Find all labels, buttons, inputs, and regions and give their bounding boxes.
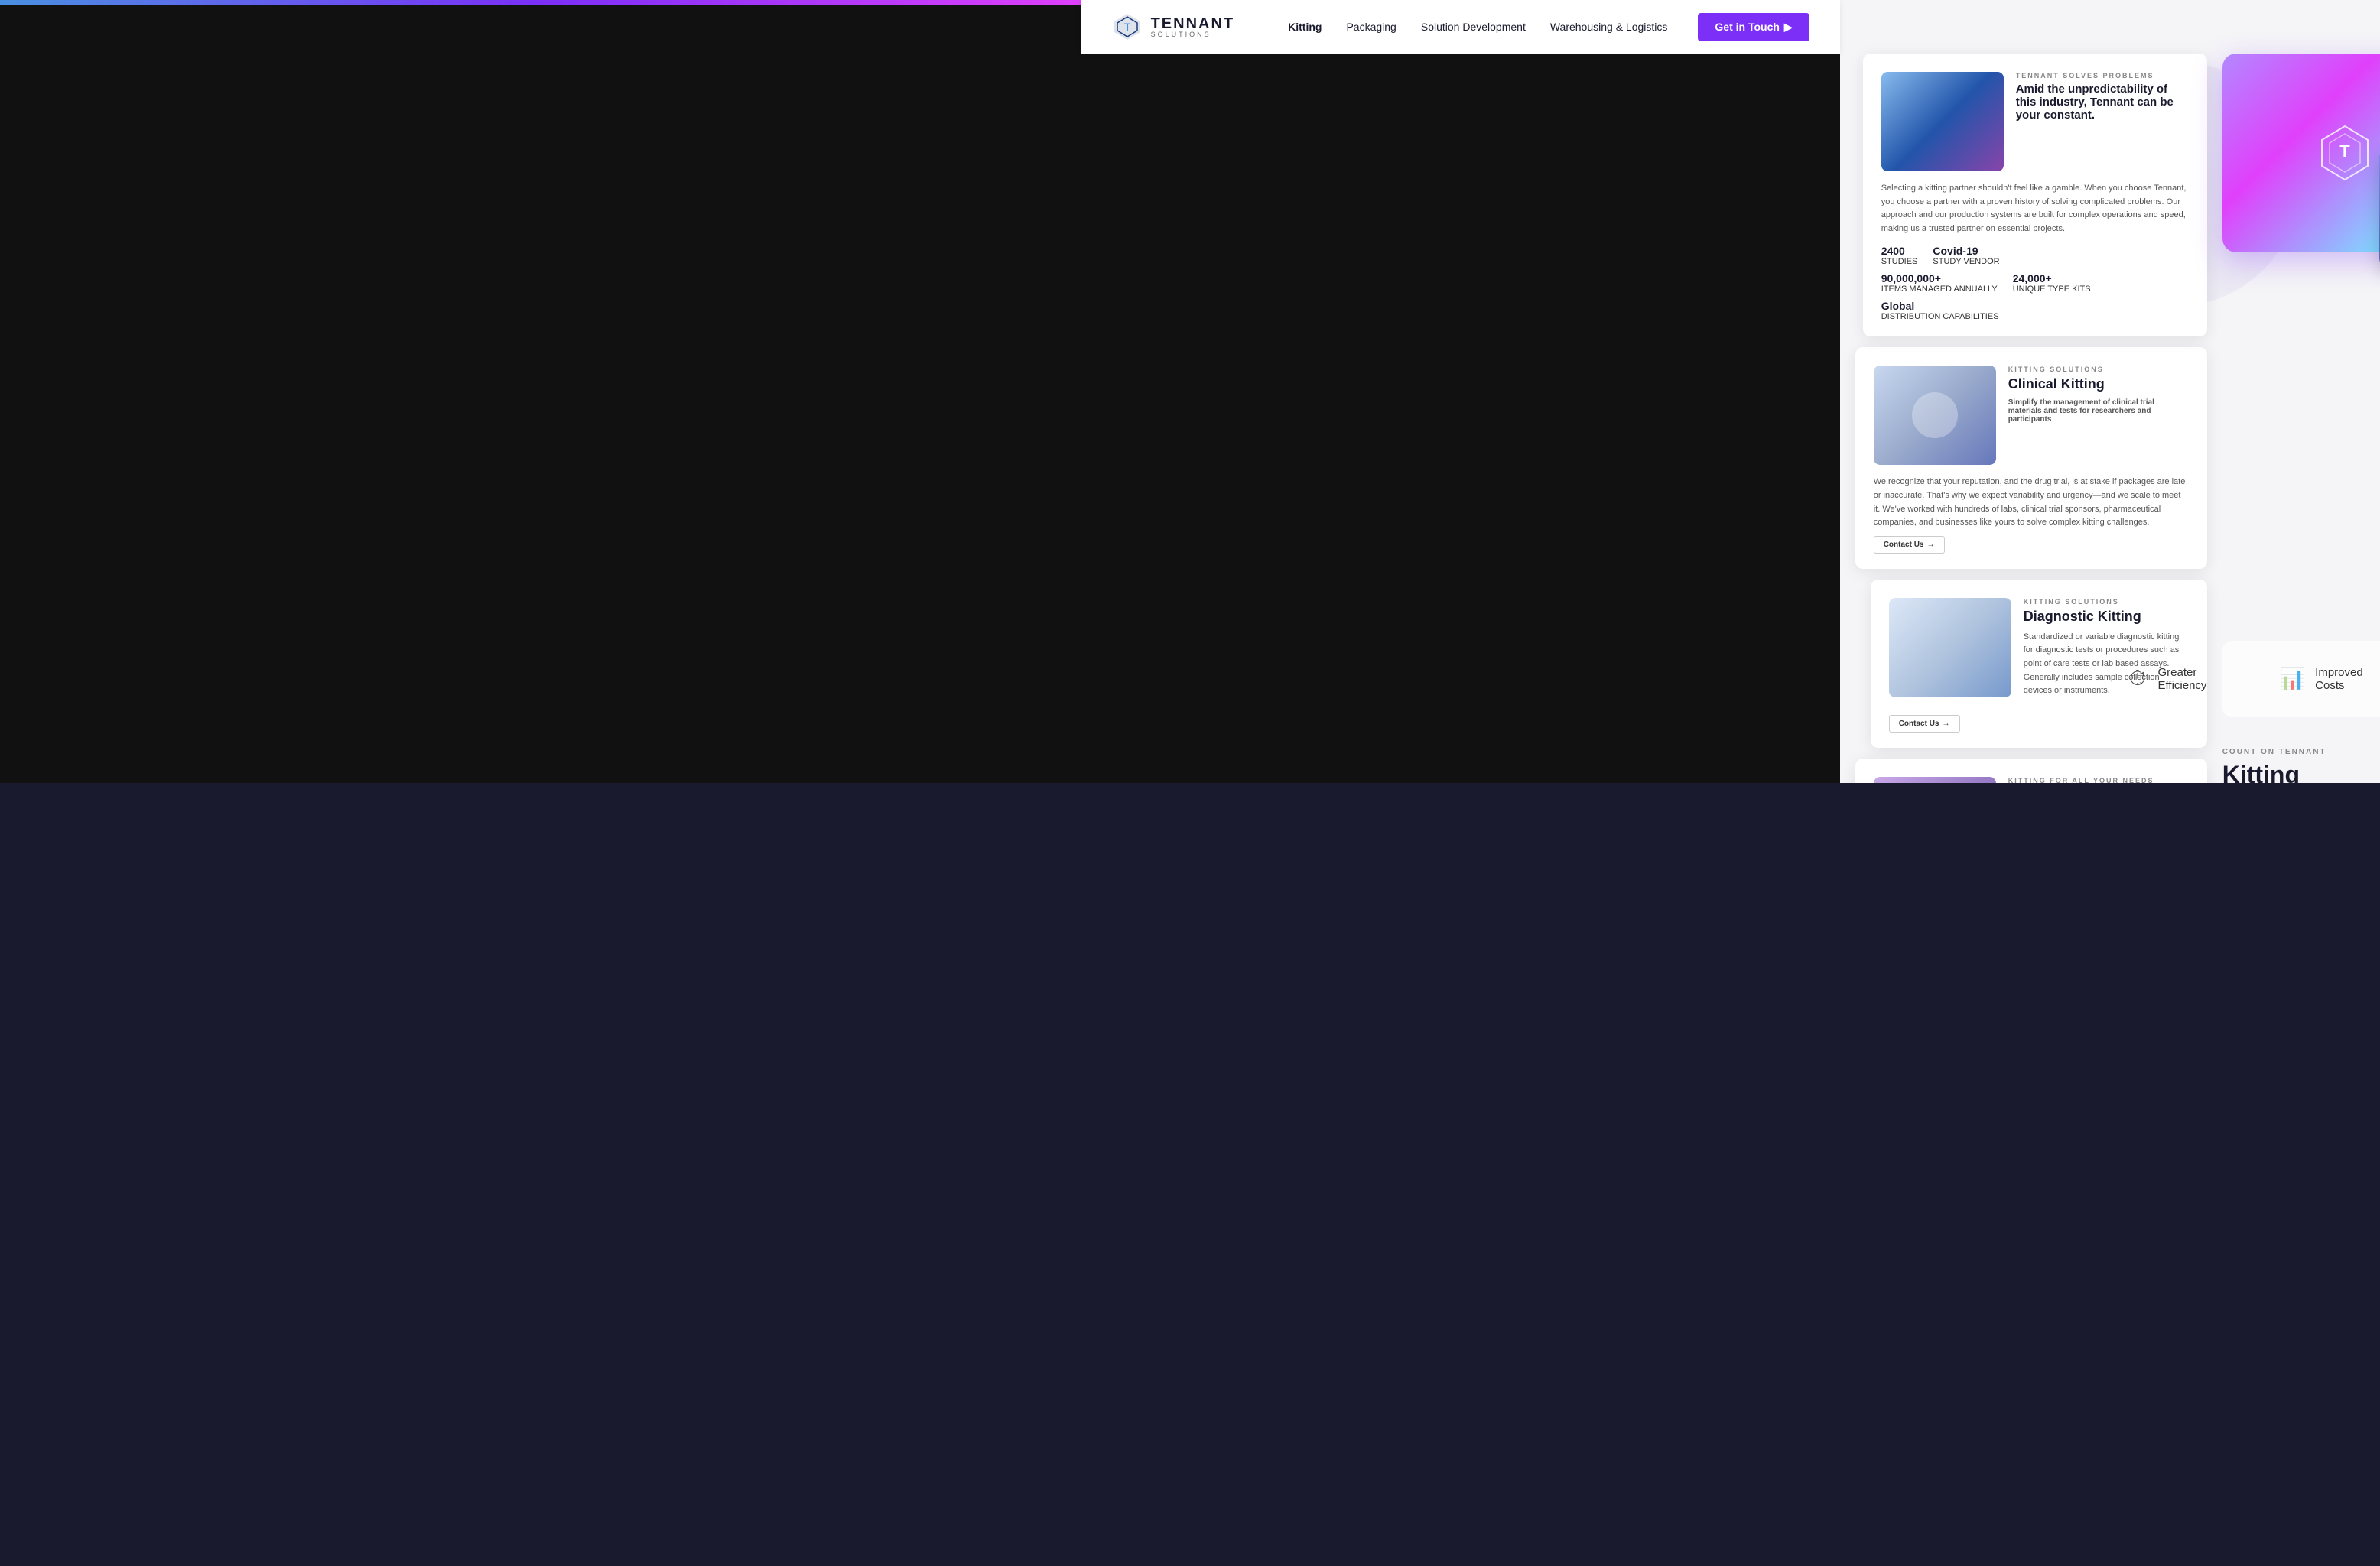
card-thumb-diagnostic (1889, 598, 2011, 697)
card-clinical-title: Clinical Kitting (2008, 376, 2189, 392)
svg-text:T: T (2339, 141, 2350, 161)
hero-right: T Avoid high costs of mistakes and delay… (2192, 31, 2380, 783)
card-clinical-body: We recognize that your reputation, and t… (1874, 476, 2189, 529)
count-title: Kitting Solutions (2222, 761, 2334, 783)
hero-section: T Avoid high costs of mistakes and delay… (2192, 31, 2380, 625)
nav-warehousing[interactable]: Warehousing & Logistics (1550, 21, 1668, 33)
hero-main-card: T (2222, 54, 2380, 252)
benefit-efficiency-label: Greater Efficiency (2158, 666, 2219, 692)
efficiency-icon: ⏱ (2126, 662, 2148, 696)
navbar: T TENNANT SOLUTIONS Kitting Packaging So… (1081, 0, 1840, 54)
card-diag-eyebrow: KITTING SOLUTIONS (2024, 598, 2189, 606)
nav-solution-dev[interactable]: Solution Development (1421, 21, 1526, 33)
hero-logo-cube: T (2310, 119, 2379, 187)
costs-icon: 📊 (2279, 662, 2306, 696)
svg-text:T: T (1123, 21, 1130, 33)
card-eyebrow: TENNANT SOLVES PROBLEMS (2016, 72, 2189, 80)
doctor-image-block: T (2372, 748, 2380, 783)
card-thumb-fabric (1881, 72, 2004, 171)
stat-items: 90,000,000+ITEMS MANAGED ANNUALLY (1881, 272, 1998, 294)
card-diag-title: Diagnostic Kitting (2024, 609, 2189, 625)
card-problems-title: Amid the unpredictability of this indust… (2016, 83, 2189, 122)
count-eyebrow: COUNT ON TENNANT (2222, 748, 2334, 756)
card-clinical-kitting: KITTING SOLUTIONS Clinical Kitting Simpl… (1855, 347, 2207, 568)
card-solves-problems: TENNANT SOLVES PROBLEMS Amid the unpredi… (1863, 54, 2207, 336)
logo-name: TENNANT (1151, 16, 1235, 31)
count-section: COUNT ON TENNANT Kitting Solutions We kn… (2192, 717, 2380, 783)
stat-global: GlobalDISTRIBUTION CAPABILITIES (1881, 300, 2189, 321)
site-container: TENNANT SOLVES PROBLEMS Amid the unpredi… (1840, 0, 2380, 783)
card-clinical-eyebrow: KITTING SOLUTIONS (2008, 366, 2189, 373)
nav-kitting[interactable]: Kitting (1288, 21, 1322, 33)
card-kitting-services: KITTING FOR ALL YOUR NEEDS Kitting Servi… (1855, 759, 2207, 783)
card-clinical-cta[interactable]: Contact Us → (1874, 536, 1945, 554)
tennant-logo-icon: T (1111, 11, 1143, 43)
benefit-efficiency: ⏱ Greater Efficiency (2126, 662, 2218, 696)
get-in-touch-button[interactable]: Get in Touch ▶ (1698, 13, 1809, 41)
logo[interactable]: T TENNANT SOLUTIONS (1111, 11, 1235, 43)
card-thumb-services (1874, 777, 1996, 783)
card-services-eyebrow: KITTING FOR ALL YOUR NEEDS (2008, 777, 2189, 783)
stat-studies: 2400STUDIES (1881, 245, 1918, 266)
benefits-bar: ⏱ Greater Efficiency 📊 Improved Costs 🛡 … (2222, 641, 2380, 717)
card-thumb-clinical (1874, 366, 1996, 465)
hero-visual: T (2222, 54, 2380, 252)
card-diag-cta[interactable]: Contact Us → (1889, 715, 1960, 733)
logo-sub: SOLUTIONS (1151, 31, 1235, 38)
count-text-block: COUNT ON TENNANT Kitting Solutions We kn… (2222, 748, 2334, 783)
nav-packaging[interactable]: Packaging (1346, 21, 1396, 33)
stat-kits: 24,000+UNIQUE TYPE KITS (2013, 272, 2091, 294)
stat-covid: Covid-19STUDY VENDOR (1933, 245, 1999, 266)
top-accent-bar (0, 0, 1081, 5)
benefit-costs-label: Improved Costs (2315, 666, 2370, 692)
card-problems-body: Selecting a kitting partner shouldn't fe… (1881, 182, 2189, 236)
card-clinical-subtitle: Simplify the management of clinical tria… (2008, 398, 2189, 424)
benefit-costs: 📊 Improved Costs (2279, 662, 2370, 696)
nav-links: Kitting Packaging Solution Development W… (1288, 21, 1667, 33)
